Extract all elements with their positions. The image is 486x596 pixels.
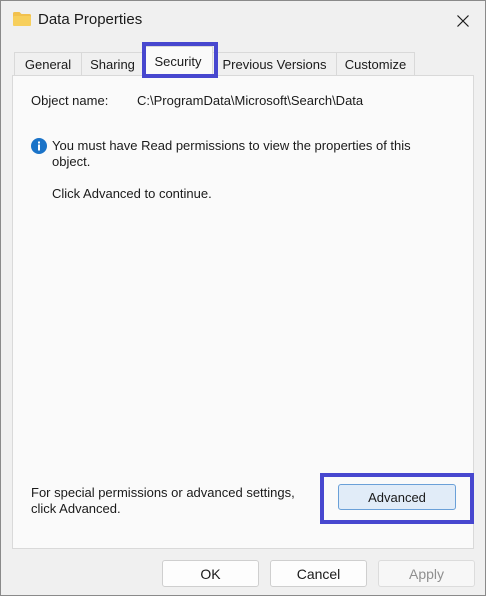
tab-customize[interactable]: Customize [336, 52, 415, 75]
advanced-button-highlight [320, 473, 474, 524]
apply-button[interactable]: Apply [378, 560, 475, 587]
window-title: Data Properties [38, 11, 143, 28]
close-icon [457, 15, 469, 27]
info-message: You must have Read permissions to view t… [52, 138, 411, 169]
close-button[interactable] [445, 7, 481, 35]
object-name-label: Object name: [31, 93, 109, 108]
ok-button[interactable]: OK [162, 560, 259, 587]
tab-previous-versions-label: Previous Versions [222, 56, 327, 72]
security-tab-highlight [142, 42, 218, 78]
title-bar: Data Properties [1, 1, 485, 41]
folder-icon [13, 12, 31, 26]
tab-previous-versions[interactable]: Previous Versions [212, 52, 337, 75]
tab-customize-label: Customize [344, 56, 407, 72]
properties-dialog: Data Properties General Sharing Security… [0, 0, 486, 596]
info-icon [31, 138, 47, 154]
tab-general-label: General [24, 56, 72, 72]
tab-sharing[interactable]: Sharing [81, 52, 144, 75]
tab-sharing-label: Sharing [90, 56, 135, 72]
tab-general[interactable]: General [14, 52, 82, 75]
continue-message: Click Advanced to continue. [52, 186, 212, 201]
cancel-button[interactable]: Cancel [270, 560, 367, 587]
special-permissions-text: For special permissions or advanced sett… [31, 485, 295, 516]
object-name-value: C:\ProgramData\Microsoft\Search\Data [137, 93, 364, 108]
